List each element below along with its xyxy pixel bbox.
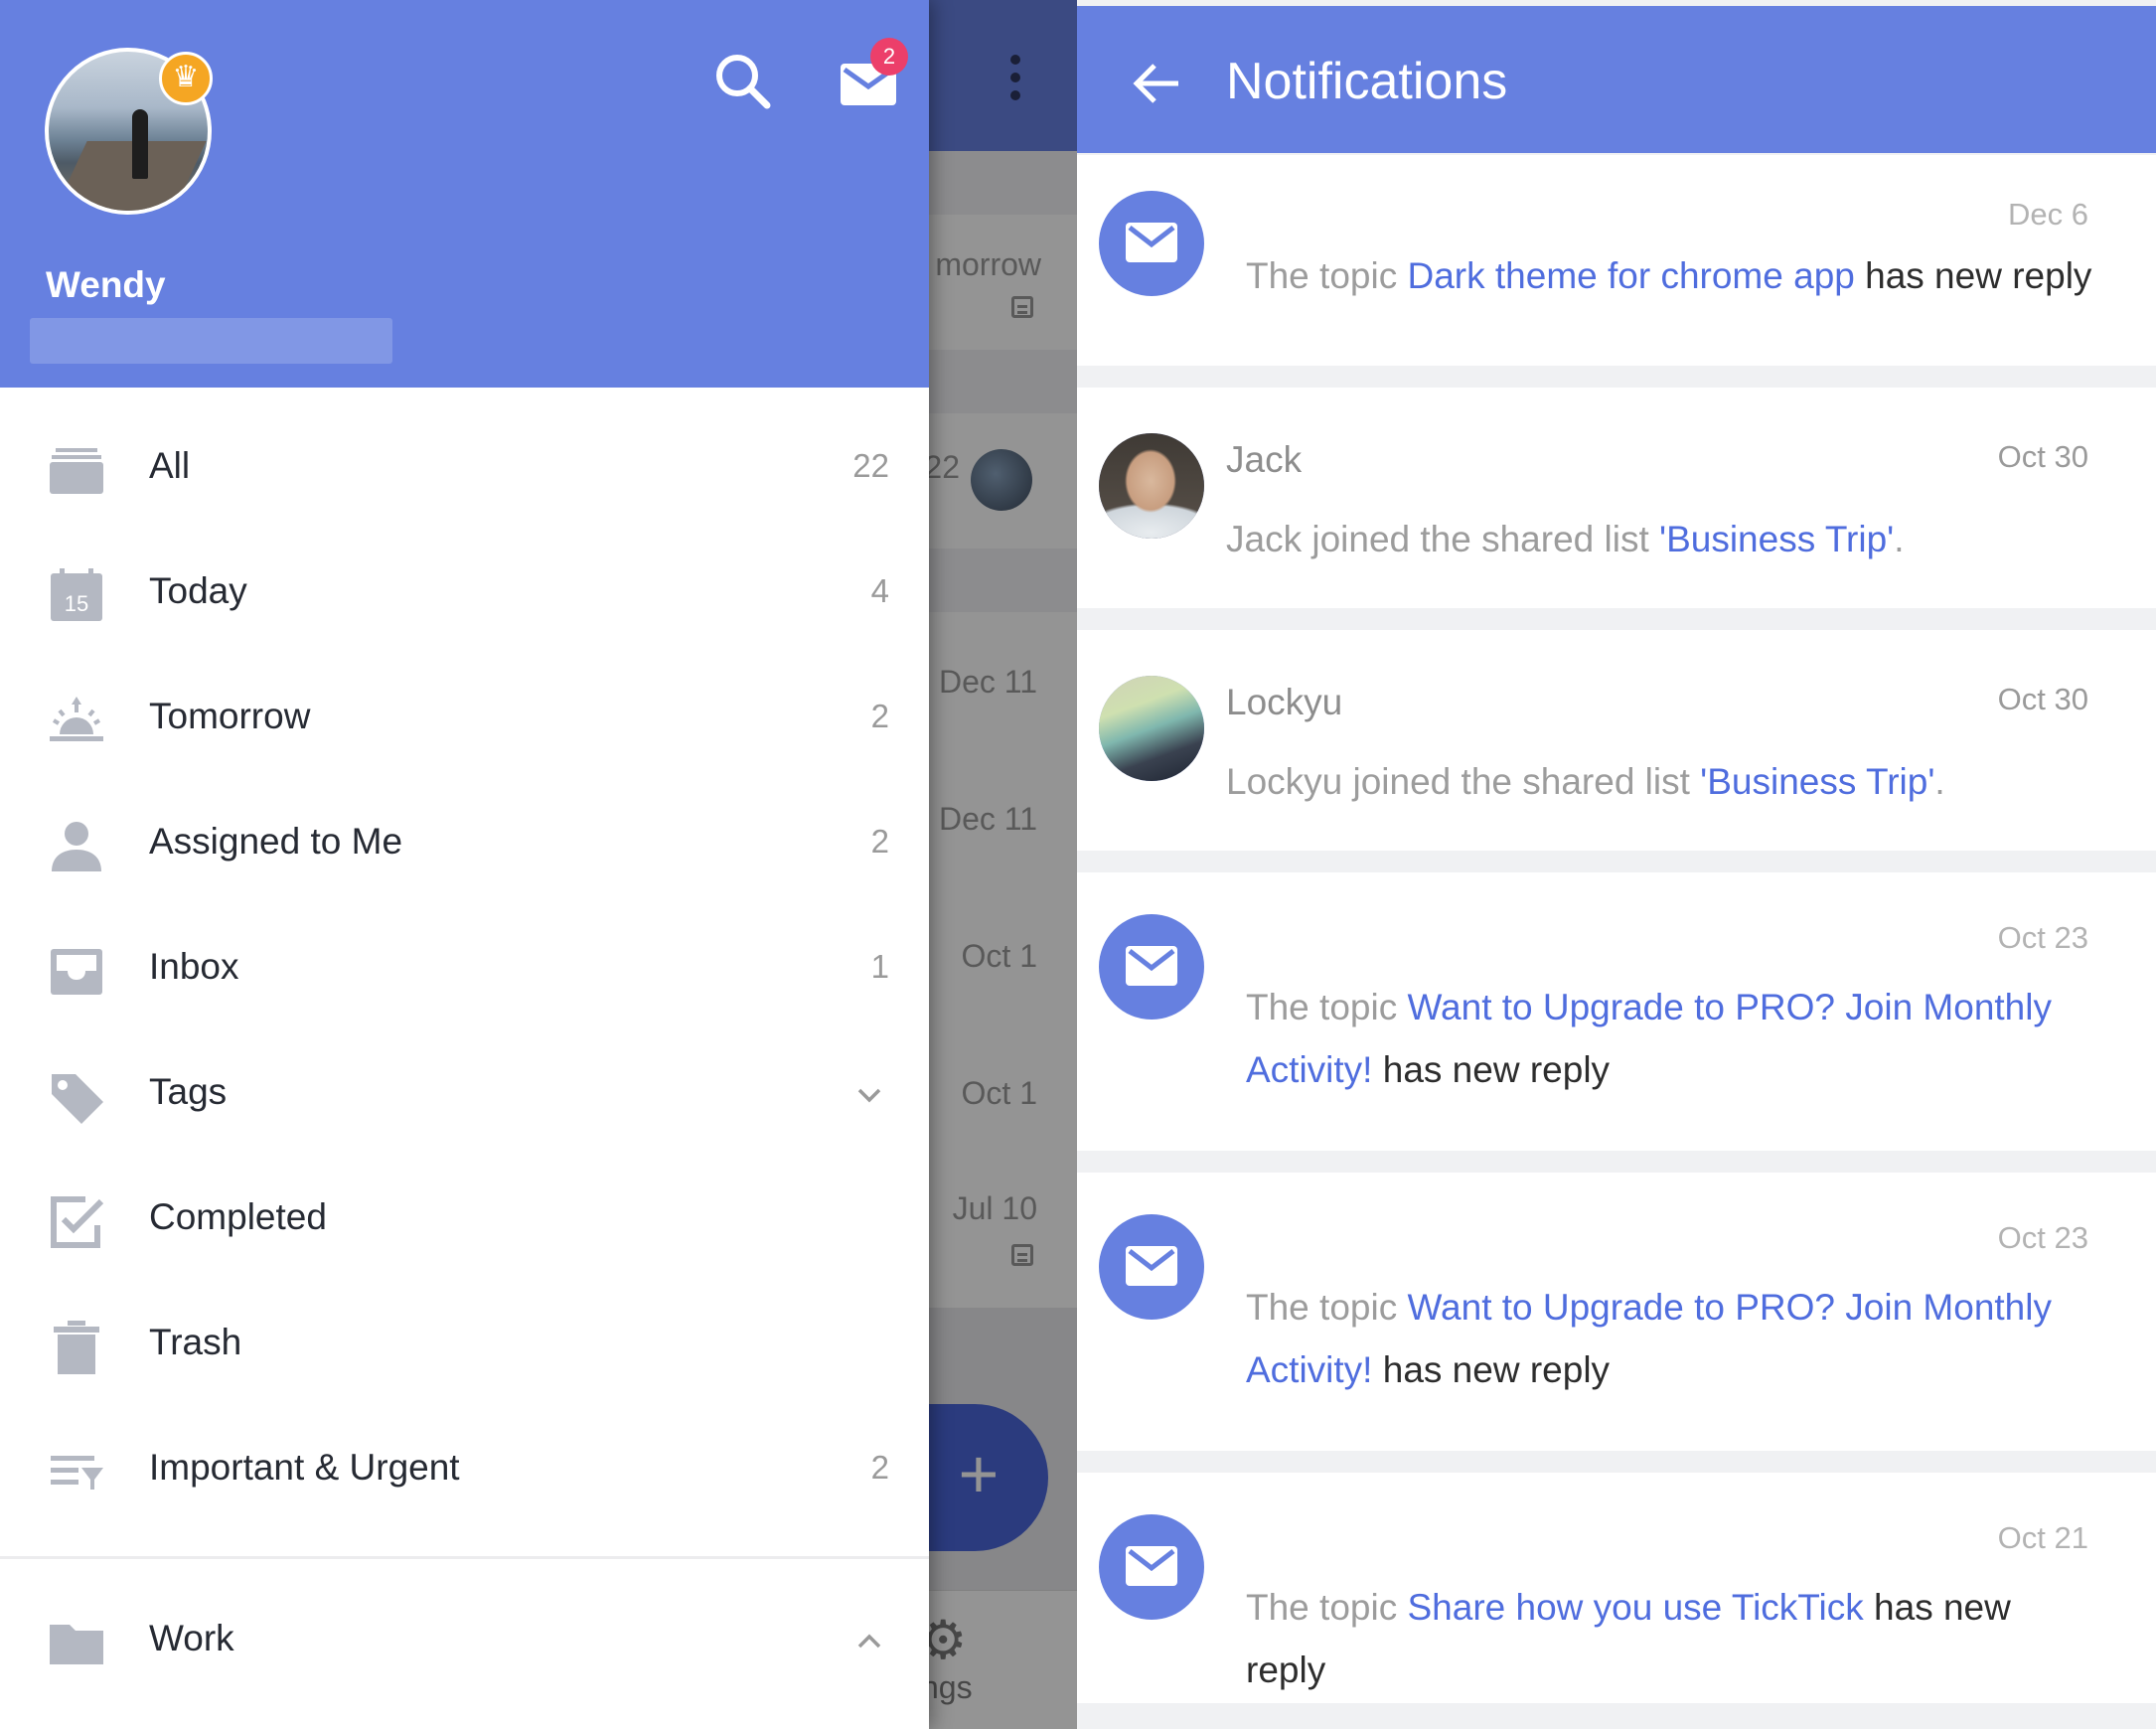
notification-user-name: Lockyu: [1226, 682, 1343, 722]
divider: [0, 1556, 929, 1559]
notification-text: Jack joined the shared list 'Business Tr…: [1226, 519, 1905, 559]
notification-user-name: Jack: [1226, 439, 1303, 480]
nav-count: 22: [852, 447, 889, 484]
nav-item-tomorrow[interactable]: Tomorrow 2: [0, 658, 929, 783]
nav-label: Tags: [149, 1071, 228, 1112]
mail-badge: 2: [870, 38, 908, 76]
chevron-down-icon[interactable]: [851, 1077, 887, 1113]
nav-count: 2: [870, 823, 889, 860]
notification-date: Oct 30: [1997, 682, 2088, 716]
checkbox-icon: [51, 1196, 104, 1248]
notification-mail-avatar: [1099, 191, 1204, 296]
notification-item[interactable]: Oct 23 The topic Want to Upgrade to PRO?…: [1077, 1173, 2156, 1451]
notification-text: The topic Dark theme for chrome app has …: [1246, 255, 2092, 296]
username[interactable]: Wendy: [46, 264, 166, 306]
inbox-icon: [51, 949, 102, 995]
trash-icon: [54, 1321, 99, 1374]
navigation-drawer: ♛ Wendy 2 All 22 15 Today 4 Tomorrow 2 A…: [0, 0, 929, 1729]
svg-text:15: 15: [65, 591, 88, 616]
nav-label: Tomorrow: [149, 696, 311, 736]
folder-icon: [50, 1625, 103, 1664]
mail-icon: [1126, 1546, 1177, 1586]
notification-text: Lockyu joined the shared list 'Business …: [1226, 761, 1945, 802]
list-link[interactable]: 'Business Trip': [1700, 761, 1934, 802]
nav-label: Inbox: [149, 946, 239, 987]
nav-item-all[interactable]: All 22: [0, 407, 929, 533]
list-link[interactable]: 'Business Trip': [1659, 519, 1894, 559]
nav-count: 1: [870, 948, 889, 985]
nav-item-assigned-to-me[interactable]: Assigned to Me 2: [0, 783, 929, 908]
notification-text: The topic Want to Upgrade to PRO? Join M…: [1246, 1287, 2052, 1390]
topic-link[interactable]: Dark theme for chrome app: [1407, 255, 1854, 296]
app-bar: Notifications: [1077, 6, 2156, 153]
crown-icon: ♛: [159, 52, 213, 105]
nav-count: 2: [870, 698, 889, 734]
nav-item-today[interactable]: 15 Today 4: [0, 533, 929, 658]
user-avatar[interactable]: [1099, 433, 1204, 539]
notification-item[interactable]: Lockyu Oct 30 Lockyu joined the shared l…: [1077, 630, 2156, 851]
user-avatar[interactable]: [1099, 676, 1204, 781]
stack-icon: [50, 448, 103, 494]
nav-count: 4: [870, 572, 889, 609]
calendar-icon: 15: [51, 568, 102, 621]
account-email-redacted: [30, 318, 392, 364]
mail-icon: [1126, 946, 1177, 986]
notification-item[interactable]: Oct 21 The topic Share how you use TickT…: [1077, 1473, 2156, 1703]
nav-item-important-urgent[interactable]: Important & Urgent 2: [0, 1409, 929, 1534]
sunrise-icon: [50, 697, 103, 741]
nav-label: Important & Urgent: [149, 1447, 460, 1488]
notification-mail-avatar: [1099, 1214, 1204, 1320]
nav-label: Assigned to Me: [149, 821, 403, 862]
back-arrow-icon[interactable]: [1129, 56, 1184, 111]
nav-label: All: [149, 445, 191, 486]
notifications-screen: Notifications Dec 6 The topic Dark theme…: [1077, 0, 2156, 1729]
notification-mail-avatar: [1099, 914, 1204, 1020]
person-icon: [52, 822, 101, 871]
mail-icon: [1126, 1246, 1177, 1286]
search-icon[interactable]: [711, 50, 775, 113]
drawer-header: ♛ Wendy 2: [0, 0, 929, 388]
nav-label: Trash: [149, 1322, 242, 1362]
nav-item-trash[interactable]: Trash: [0, 1284, 929, 1409]
left-screen: morrow 22 Dec 11 Dec 11 Oct 1 Oct 1 Jul …: [0, 0, 1077, 1729]
scrim-overlay[interactable]: [929, 0, 1077, 1729]
notification-item[interactable]: Oct 23 The topic Want to Upgrade to PRO?…: [1077, 872, 2156, 1151]
notification-item[interactable]: Dec 6 The topic Dark theme for chrome ap…: [1077, 155, 2156, 366]
nav-label: Completed: [149, 1196, 327, 1237]
nav-item-completed[interactable]: Completed: [0, 1159, 929, 1284]
page-title: Notifications: [1226, 53, 1508, 110]
tag-icon: [52, 1074, 103, 1124]
nav-item-work[interactable]: Work: [0, 1580, 929, 1705]
notification-date: Dec 6: [2008, 197, 2088, 232]
nav-label: Work: [149, 1618, 234, 1658]
notification-date: Oct 23: [1997, 920, 2088, 955]
nav-count: 2: [870, 1449, 889, 1486]
notification-date: Oct 30: [1997, 439, 2088, 474]
mail-icon: [1126, 223, 1177, 262]
notification-text: The topic Want to Upgrade to PRO? Join M…: [1246, 987, 2052, 1090]
notification-item[interactable]: Jack Oct 30 Jack joined the shared list …: [1077, 388, 2156, 608]
filter-list-icon: [51, 1456, 103, 1490]
nav-label: Today: [149, 570, 247, 611]
nav-item-inbox[interactable]: Inbox 1: [0, 908, 929, 1033]
notification-mail-avatar: [1099, 1514, 1204, 1620]
topic-link[interactable]: Share how you use TickTick: [1407, 1587, 1863, 1628]
nav-item-tags[interactable]: Tags: [0, 1033, 929, 1159]
chevron-up-icon[interactable]: [851, 1624, 887, 1659]
notification-text: The topic Share how you use TickTick has…: [1246, 1587, 2011, 1690]
notification-date: Oct 23: [1997, 1220, 2088, 1255]
notification-date: Oct 21: [1997, 1520, 2088, 1555]
